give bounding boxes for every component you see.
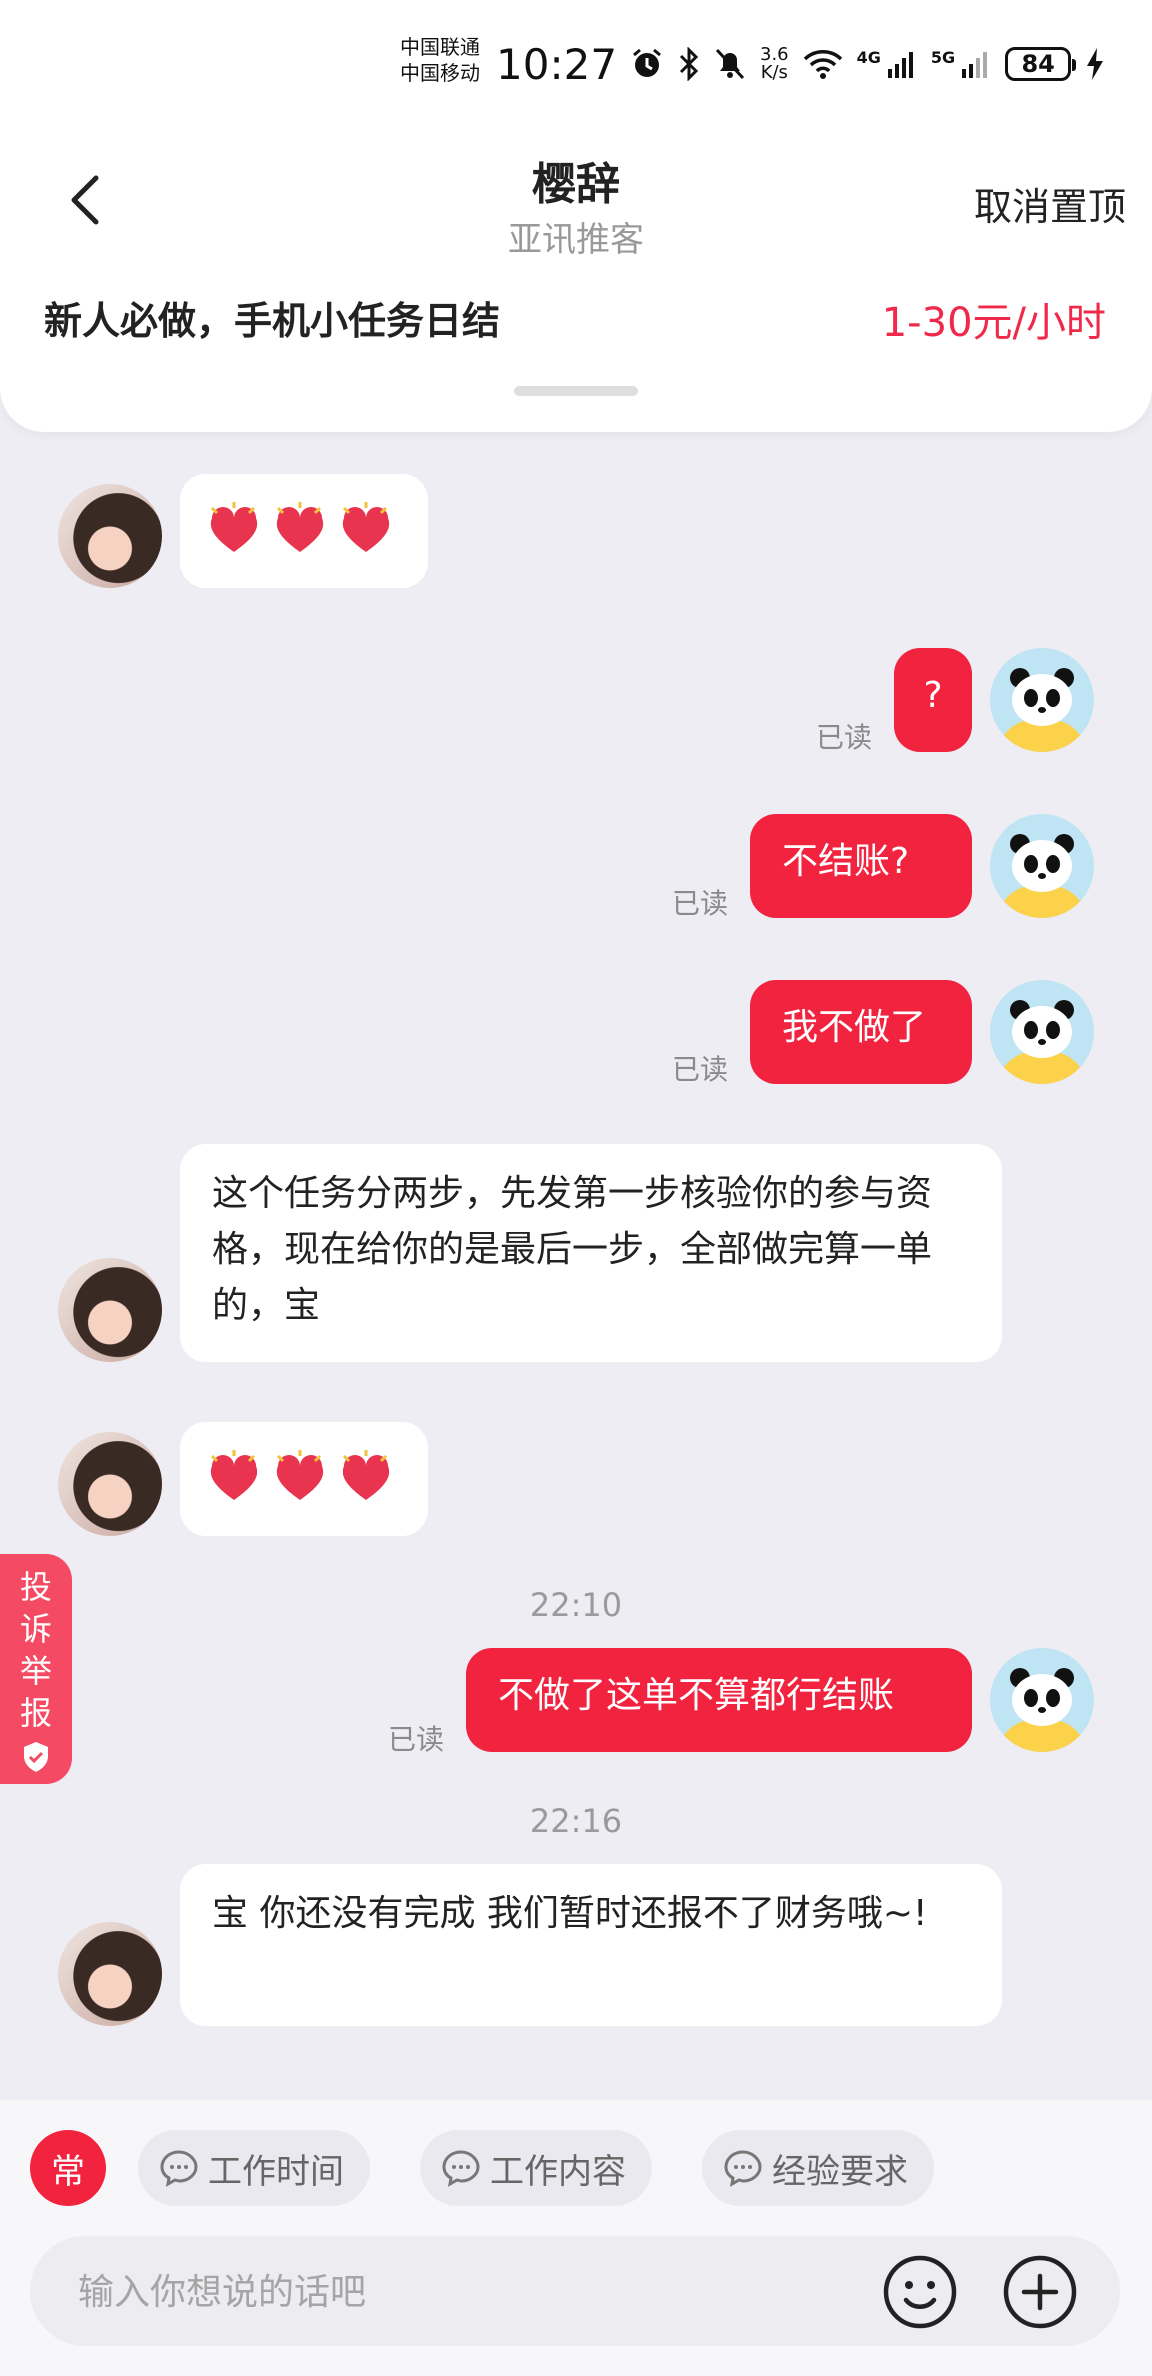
chat-bubble-icon xyxy=(160,2150,198,2187)
job-title[interactable]: 新人必做，手机小任务日结 xyxy=(44,290,500,345)
chip-label: 经验要求 xyxy=(772,2151,908,2192)
signal-icon-2 xyxy=(961,49,991,79)
message-bubble-incoming[interactable]: 这个任务分两步，先发第一步核验你的参与资格，现在给你的是最后一步，全部做完算一单… xyxy=(180,1144,1002,1362)
contact-avatar[interactable] xyxy=(58,1258,162,1362)
sparkling-heart-icon xyxy=(342,502,390,552)
panda-icon xyxy=(1000,1000,1084,1084)
timestamp: 22:16 xyxy=(529,1802,623,1840)
sparkling-heart-icon xyxy=(210,1450,258,1500)
wifi-icon xyxy=(803,48,843,80)
user-avatar[interactable] xyxy=(990,980,1094,1084)
contact-avatar[interactable] xyxy=(58,1432,162,1536)
net-speed-unit: K/s xyxy=(760,62,788,83)
emoji-button[interactable] xyxy=(880,2252,960,2332)
status-time: 10:27 xyxy=(496,40,618,89)
timestamp: 22:10 xyxy=(529,1586,623,1624)
chip-label: 工作时间 xyxy=(208,2151,344,2192)
quick-reply-experience[interactable]: 经验要求 xyxy=(702,2130,934,2206)
net-speed: 3.6 K/s xyxy=(760,46,789,82)
drag-handle[interactable] xyxy=(514,386,638,396)
hearts-emoji xyxy=(204,1446,404,1510)
message-bubble-incoming[interactable] xyxy=(180,474,428,588)
mute-icon xyxy=(714,47,746,81)
contact-avatar[interactable] xyxy=(58,1922,162,2026)
read-status: 已读 xyxy=(388,1723,445,1756)
user-avatar[interactable] xyxy=(990,648,1094,752)
smiley-icon xyxy=(883,2255,957,2329)
message-bubble-incoming[interactable]: 宝 你还没有完成 我们暂时还报不了财务哦~! xyxy=(180,1864,1002,2026)
user-avatar[interactable] xyxy=(990,814,1094,918)
message-bubble-outgoing[interactable]: 不结账? xyxy=(750,814,972,918)
report-button[interactable]: 投诉举报 xyxy=(0,1554,72,1784)
chat-bubble-icon xyxy=(724,2150,762,2187)
user-avatar[interactable] xyxy=(990,1648,1094,1752)
carrier-2: 中国移动 xyxy=(400,61,480,85)
report-label: 投诉举报 xyxy=(19,1568,52,1732)
hearts-emoji xyxy=(204,498,404,562)
sparkling-heart-icon xyxy=(210,502,258,552)
charging-icon xyxy=(1085,47,1105,81)
carrier-names: 中国联通 中国移动 xyxy=(400,34,480,86)
message-bubble-outgoing[interactable]: 不做了这单不算都行结账 xyxy=(466,1648,972,1752)
sparkling-heart-icon xyxy=(276,502,324,552)
read-status: 已读 xyxy=(672,887,729,920)
quick-reply-work-time[interactable]: 工作时间 xyxy=(138,2130,370,2206)
chat-bubble-icon xyxy=(442,2150,480,2187)
quick-reply-work-content[interactable]: 工作内容 xyxy=(420,2130,652,2206)
panda-icon xyxy=(1000,668,1084,752)
signal-icon-1 xyxy=(887,49,917,79)
message-bubble-outgoing[interactable]: 我不做了 xyxy=(750,980,972,1084)
read-status: 已读 xyxy=(672,1053,729,1086)
plus-circle-icon xyxy=(1003,2255,1077,2329)
read-status: 已读 xyxy=(816,721,873,754)
contact-avatar[interactable] xyxy=(58,484,162,588)
message-bubble-outgoing[interactable]: ? xyxy=(894,648,972,752)
panda-icon xyxy=(1000,1668,1084,1752)
message-bubble-incoming[interactable] xyxy=(180,1422,428,1536)
common-phrases-button[interactable]: 常 xyxy=(30,2130,106,2206)
unpin-button[interactable]: 取消置顶 xyxy=(974,176,1126,231)
more-button[interactable] xyxy=(1000,2252,1080,2332)
shield-check-icon xyxy=(24,1742,48,1772)
message-input[interactable] xyxy=(78,2266,838,2318)
battery-indicator: 84 xyxy=(1005,47,1077,81)
sparkling-heart-icon xyxy=(342,1450,390,1500)
status-bar: 中国联通 中国移动 10:27 3.6 K/s 4G 5G 84 xyxy=(0,0,1152,130)
carrier-1: 中国联通 xyxy=(400,35,480,59)
alarm-icon xyxy=(630,47,664,81)
net-type-5g: 5G xyxy=(930,48,956,67)
status-icons: 3.6 K/s 4G 5G 84 xyxy=(630,44,1105,84)
net-type-4g: 4G xyxy=(856,48,881,67)
chip-label: 工作内容 xyxy=(490,2151,626,2192)
bluetooth-icon xyxy=(678,47,700,81)
sparkling-heart-icon xyxy=(276,1450,324,1500)
panda-icon xyxy=(1000,834,1084,918)
job-pay: 1-30元/小时 xyxy=(881,300,1106,346)
